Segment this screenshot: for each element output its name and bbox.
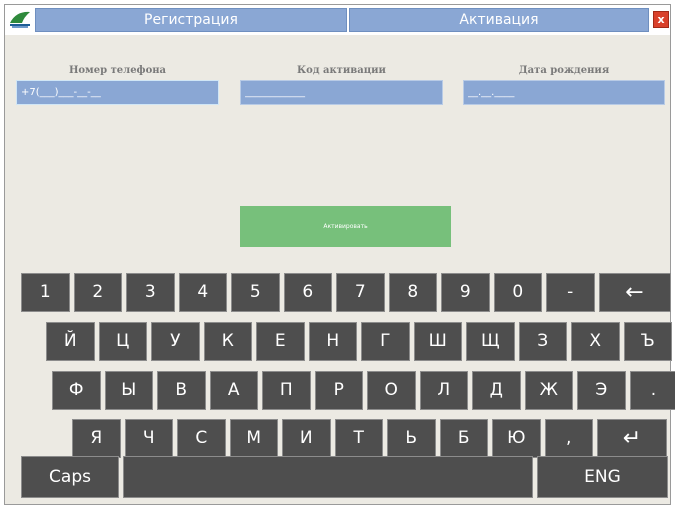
key-Ш[interactable]: Ш [413,322,462,361]
key-Т[interactable]: Т [334,419,383,458]
key-4[interactable]: 4 [178,273,227,312]
activation-code-label: Код активации [297,65,386,76]
enter-key[interactable]: ↵ [597,419,667,458]
key-Ф[interactable]: Ф [52,371,101,410]
key-1[interactable]: 1 [21,273,70,312]
app-logo-icon [8,9,32,29]
key-Г[interactable]: Г [361,322,410,361]
minus-key[interactable]: - [546,273,595,312]
key-3[interactable]: 3 [126,273,175,312]
birth-date-input[interactable] [464,81,664,104]
key-Я[interactable]: Я [72,419,121,458]
key-9[interactable]: 9 [441,273,490,312]
phone-label: Номер телефона [68,65,167,76]
key-И[interactable]: И [282,419,331,458]
key-С[interactable]: С [177,419,226,458]
phone-input[interactable] [17,81,218,104]
key-Х[interactable]: Х [571,322,620,361]
key-М[interactable]: М [229,419,278,458]
key-Н[interactable]: Н [308,322,357,361]
key-Ю[interactable]: Ю [492,419,541,458]
key-2[interactable]: 2 [73,273,122,312]
activate-button[interactable]: Активировать [240,206,451,247]
activation-window: Регистрация Активация x Номер телефона К… [4,4,675,505]
phone-field [16,80,219,105]
key-Щ[interactable]: Щ [466,322,515,361]
key-Ъ[interactable]: Ъ [623,322,672,361]
birth-date-field [463,80,665,105]
key-Р[interactable]: Р [314,371,363,410]
key-К[interactable]: К [203,322,252,361]
space-key[interactable] [123,456,533,498]
tab-activation[interactable]: Активация [349,8,649,32]
key-У[interactable]: У [151,322,200,361]
activation-code-input[interactable] [241,81,442,104]
key-8[interactable]: 8 [388,273,437,312]
key-0[interactable]: 0 [493,273,542,312]
key-П[interactable]: П [262,371,311,410]
comma-key[interactable]: , [544,419,593,458]
key-7[interactable]: 7 [336,273,385,312]
key-Д[interactable]: Д [472,371,521,410]
caps-key[interactable]: Caps [21,456,119,498]
key-О[interactable]: О [367,371,416,410]
key-6[interactable]: 6 [283,273,332,312]
birth-date-label: Дата рождения [518,65,610,76]
key-А[interactable]: А [209,371,258,410]
key-Ж[interactable]: Ж [524,371,573,410]
period-key[interactable]: . [629,371,675,410]
key-Й[interactable]: Й [46,322,95,361]
key-Е[interactable]: Е [256,322,305,361]
activation-code-field [240,80,443,105]
key-Ч[interactable]: Ч [124,419,173,458]
key-5[interactable]: 5 [231,273,280,312]
key-Ы[interactable]: Ы [104,371,153,410]
key-Б[interactable]: Б [439,419,488,458]
close-button[interactable]: x [653,11,669,28]
backspace-key[interactable]: ← [598,273,671,312]
tab-bar: Регистрация Активация x [5,5,670,35]
key-З[interactable]: З [518,322,567,361]
key-Ц[interactable]: Ц [98,322,147,361]
key-Л[interactable]: Л [419,371,468,410]
key-В[interactable]: В [157,371,206,410]
language-key[interactable]: ENG [537,456,668,498]
tab-registration[interactable]: Регистрация [35,8,347,32]
key-Ь[interactable]: Ь [387,419,436,458]
key-Э[interactable]: Э [577,371,626,410]
